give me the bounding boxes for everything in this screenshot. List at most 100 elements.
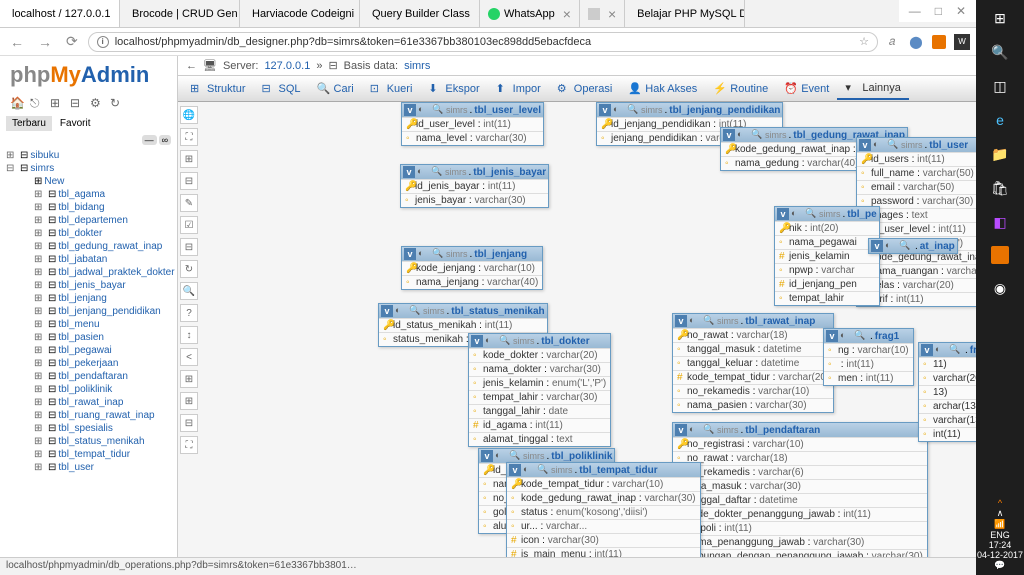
tool-icon[interactable]: ⛶ — [180, 128, 198, 146]
toolbar-struktur[interactable]: ⊞Struktur — [182, 79, 254, 99]
tree-table[interactable]: ⊞⊟ tbl_tempat_tidur — [0, 448, 177, 461]
tree-table[interactable]: ⊞⊟ tbl_spesialis — [0, 422, 177, 435]
network-icon[interactable]: 📶 — [977, 519, 1023, 530]
toolbar-sql[interactable]: ⊟SQL — [254, 79, 309, 99]
designer-table[interactable]: v◐🔍simrs.tbl_pendaftaran🔑no_registrasi :… — [672, 422, 928, 564]
designer-table[interactable]: v◐🔍.frag1◦ng : varchar(10)◦ : int(11)◦me… — [823, 328, 914, 386]
task-view-icon[interactable]: ◫ — [990, 76, 1010, 96]
toolbar-impor[interactable]: ⬆Impor — [488, 79, 549, 99]
store-icon[interactable]: 🛍 — [990, 178, 1010, 198]
tool-icon[interactable]: 🔍 — [180, 282, 198, 300]
avast-icon[interactable]: ^ — [977, 498, 1023, 508]
logout-icon[interactable]: ⎋ — [30, 96, 46, 112]
designer-table[interactable]: v◐🔍simrs.tbl_pe🔑nik : int(20)◦nama_pegaw… — [774, 206, 880, 306]
tool-icon[interactable]: ⊞ — [180, 150, 198, 168]
info-icon[interactable]: i — [97, 36, 109, 48]
toolbar-kueri[interactable]: ⊡Kueri — [362, 79, 421, 99]
designer-table[interactable]: v◐🔍simrs.tbl_jenjang🔑kode_jenjang : varc… — [401, 246, 543, 290]
reload-button[interactable]: ⟳ — [62, 31, 82, 52]
ext-icon[interactable] — [932, 35, 946, 49]
tree-table[interactable]: ⊞⊟ tbl_rawat_inap — [0, 396, 177, 409]
gear-icon[interactable]: ⚙ — [90, 96, 106, 112]
designer-table[interactable]: v◐🔍simrs.tbl_tempat_tidur🔑kode_tempat_ti… — [506, 462, 701, 562]
tree-table[interactable]: ⊞⊟ tbl_menu — [0, 318, 177, 331]
tree-table[interactable]: ⊞⊟ tbl_gedung_rawat_inap — [0, 240, 177, 253]
tool-icon[interactable]: ✎ — [180, 194, 198, 212]
toolbar-hak akses[interactable]: 👤Hak Akses — [620, 79, 705, 99]
chrome-icon[interactable]: ◉ — [990, 278, 1010, 298]
tool-icon[interactable]: < — [180, 348, 198, 366]
ext-icon[interactable]: W — [954, 34, 970, 50]
ext-icon[interactable]: 𝑎 — [884, 34, 900, 50]
tool-icon[interactable]: ? — [180, 304, 198, 322]
ext-icon[interactable]: ⬤ — [908, 34, 924, 50]
toolbar-event[interactable]: ⏰Event — [776, 79, 837, 99]
edge-icon[interactable]: e — [990, 110, 1010, 130]
designer-table[interactable]: v◐🔍simrs.tbl_dokter◦kode_dokter : varcha… — [468, 333, 611, 447]
tree-db[interactable]: ⊞⊟ sibuku — [0, 149, 177, 162]
tree-table[interactable]: ⊞⊟ tbl_pendaftaran — [0, 370, 177, 383]
close-icon[interactable]: × — [563, 6, 571, 22]
notification-icon[interactable]: 💬 — [977, 560, 1023, 571]
tree-table[interactable]: ⊞⊟ tbl_jenjang — [0, 292, 177, 305]
tool-icon[interactable]: ⊟ — [180, 414, 198, 432]
maximize-button[interactable]: □ — [935, 4, 942, 18]
tool-icon[interactable]: ⛶ — [180, 436, 198, 454]
expand-icon[interactable]: ∞ — [159, 135, 171, 145]
tree-table[interactable]: ⊞⊟ tbl_jabatan — [0, 253, 177, 266]
designer-canvas[interactable]: 🌐 ⛶ ⊞ ⊟ ✎ ☑ ⊟ ↻ 🔍 ? ↕ < ⊞ ⊞ ⊟ ⛶ v◐🔍simrs… — [178, 102, 1024, 575]
browser-tab[interactable]: × — [580, 0, 625, 27]
browser-tab[interactable]: Harviacode Codeigni× — [240, 0, 360, 27]
toolbar-ekspor[interactable]: ⬇Ekspor — [420, 79, 487, 99]
nav-toggle-icon[interactable]: ← — [186, 60, 197, 72]
designer-table[interactable]: v◐🔍simrs.tbl_rawat_inap🔑no_rawat : varch… — [672, 313, 834, 413]
tree-table[interactable]: ⊞⊟ tbl_ruang_rawat_inap — [0, 409, 177, 422]
toolbar-cari[interactable]: 🔍Cari — [309, 79, 362, 99]
home-icon[interactable]: 🏠 — [10, 96, 26, 112]
docs-icon[interactable]: ⊞ — [50, 96, 66, 112]
tab-recent[interactable]: Terbaru — [6, 116, 52, 131]
tool-icon[interactable]: ⊟ — [180, 172, 198, 190]
star-icon[interactable]: ☆ — [859, 35, 869, 48]
tree-table[interactable]: ⊞⊟ tbl_agama — [0, 188, 177, 201]
close-icon[interactable]: × — [608, 6, 616, 22]
toolbar-routine[interactable]: ⚡Routine — [705, 79, 776, 99]
explorer-icon[interactable]: 📁 — [990, 144, 1010, 164]
app-icon[interactable]: ◧ — [990, 212, 1010, 232]
search-icon[interactable]: 🔍 — [990, 42, 1010, 62]
designer-table[interactable]: v◐🔍simrs.tbl_jenis_bayar🔑id_jenis_bayar … — [400, 164, 549, 208]
tab-favorite[interactable]: Favorit — [54, 116, 97, 131]
collapse-icon[interactable]: — — [142, 135, 157, 145]
tree-table[interactable]: ⊞⊟ tbl_pegawai — [0, 344, 177, 357]
tree-table[interactable]: ⊞⊟ tbl_status_menikah — [0, 435, 177, 448]
tree-table[interactable]: ⊞⊟ tbl_jadwal_praktek_dokter — [0, 266, 177, 279]
minimize-button[interactable]: — — [909, 4, 921, 18]
close-button[interactable]: ✕ — [956, 4, 966, 18]
tree-table[interactable]: ⊞⊟ tbl_dokter — [0, 227, 177, 240]
browser-tab[interactable]: localhost / 127.0.0.1× — [0, 0, 120, 27]
url-bar[interactable]: i localhost/phpmyadmin/db_designer.php?d… — [88, 32, 878, 52]
browser-tab[interactable]: Belajar PHP MySQL D× — [625, 0, 745, 27]
tree-table[interactable]: ⊞⊟ tbl_jenjang_pendidikan — [0, 305, 177, 318]
tool-icon[interactable]: ⊞ — [180, 392, 198, 410]
designer-table[interactable]: v◐🔍.at_inap — [868, 238, 958, 254]
forward-button[interactable]: → — [34, 32, 56, 52]
tree-table[interactable]: ⊞⊟ tbl_bidang — [0, 201, 177, 214]
tool-icon[interactable]: 🌐 — [180, 106, 198, 124]
tree-table[interactable]: ⊞⊟ tbl_departemen — [0, 214, 177, 227]
reload-icon[interactable]: ↻ — [110, 96, 126, 112]
tool-icon[interactable]: ⊟ — [180, 238, 198, 256]
back-button[interactable]: ← — [6, 32, 28, 52]
db-link[interactable]: simrs — [404, 60, 430, 72]
lang-indicator[interactable]: ENG — [977, 530, 1023, 540]
server-link[interactable]: 127.0.0.1 — [264, 60, 310, 72]
tree-table[interactable]: ⊞⊟ tbl_pekerjaan — [0, 357, 177, 370]
designer-table[interactable]: v◐🔍simrs.tbl_user_level🔑id_user_level : … — [401, 102, 544, 146]
tree-table[interactable]: ⊞⊟ tbl_jenis_bayar — [0, 279, 177, 292]
system-tray[interactable]: ^ ∧ 📶 ENG 17:24 04-12-2017 💬 — [977, 498, 1023, 575]
tree-table[interactable]: ⊞⊟ tbl_pasien — [0, 331, 177, 344]
tool-icon[interactable]: ↕ — [180, 326, 198, 344]
xampp-icon[interactable] — [991, 246, 1009, 264]
tool-icon[interactable]: ⊞ — [180, 370, 198, 388]
tree-table[interactable]: ⊞⊟ tbl_poliklinik — [0, 383, 177, 396]
